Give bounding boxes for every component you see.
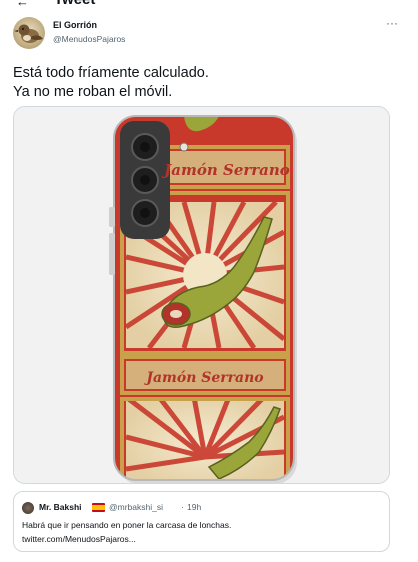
quoted-tweet[interactable]: Mr. Bakshi @mrbakshi_si · 19h Habrá que … — [13, 491, 390, 552]
brand-label-top: Jamón Serrano — [161, 161, 290, 179]
quote-timestamp: 19h — [187, 502, 202, 512]
top-bar: ← Tweet — [0, 0, 418, 12]
avatar[interactable] — [22, 502, 34, 514]
author-handle[interactable]: @MenudosPajaros — [53, 34, 125, 44]
author-name[interactable]: El Gorrión — [53, 20, 97, 30]
tweet-author: El Gorrión @MenudosPajaros ··· — [13, 17, 405, 51]
tweet-text-line: Está todo fríamente calculado. — [13, 65, 209, 81]
spain-flag-icon — [92, 503, 105, 512]
quote-text: Habrá que ir pensando en poner la carcas… — [22, 518, 382, 546]
more-icon[interactable]: ··· — [383, 17, 401, 33]
tweet-text: Está todo fríamente calculado. Ya no me … — [13, 64, 393, 102]
brand-label-bottom: Jamón Serrano — [143, 370, 263, 386]
quote-text-line: Habrá que ir pensando en poner la carcas… — [22, 520, 232, 530]
page-title: Tweet — [54, 0, 95, 8]
tweet-text-line: Ya no me roban el móvil. — [13, 84, 173, 100]
arrow-left-icon[interactable]: ← — [16, 0, 29, 9]
quote-author-handle: @mrbakshi_si — [109, 502, 163, 512]
phone-case-image: Jamón Serrano Jamón Serrano — [14, 107, 389, 483]
quote-author-name: Mr. Bakshi — [39, 502, 82, 512]
quote-link[interactable]: twitter.com/MenudosPajaros... — [22, 532, 382, 546]
media-image[interactable]: Jamón Serrano Jamón Serrano — [13, 106, 390, 484]
separator-dot: · — [181, 502, 184, 512]
sparrow-icon — [14, 24, 43, 43]
avatar[interactable] — [13, 17, 45, 49]
